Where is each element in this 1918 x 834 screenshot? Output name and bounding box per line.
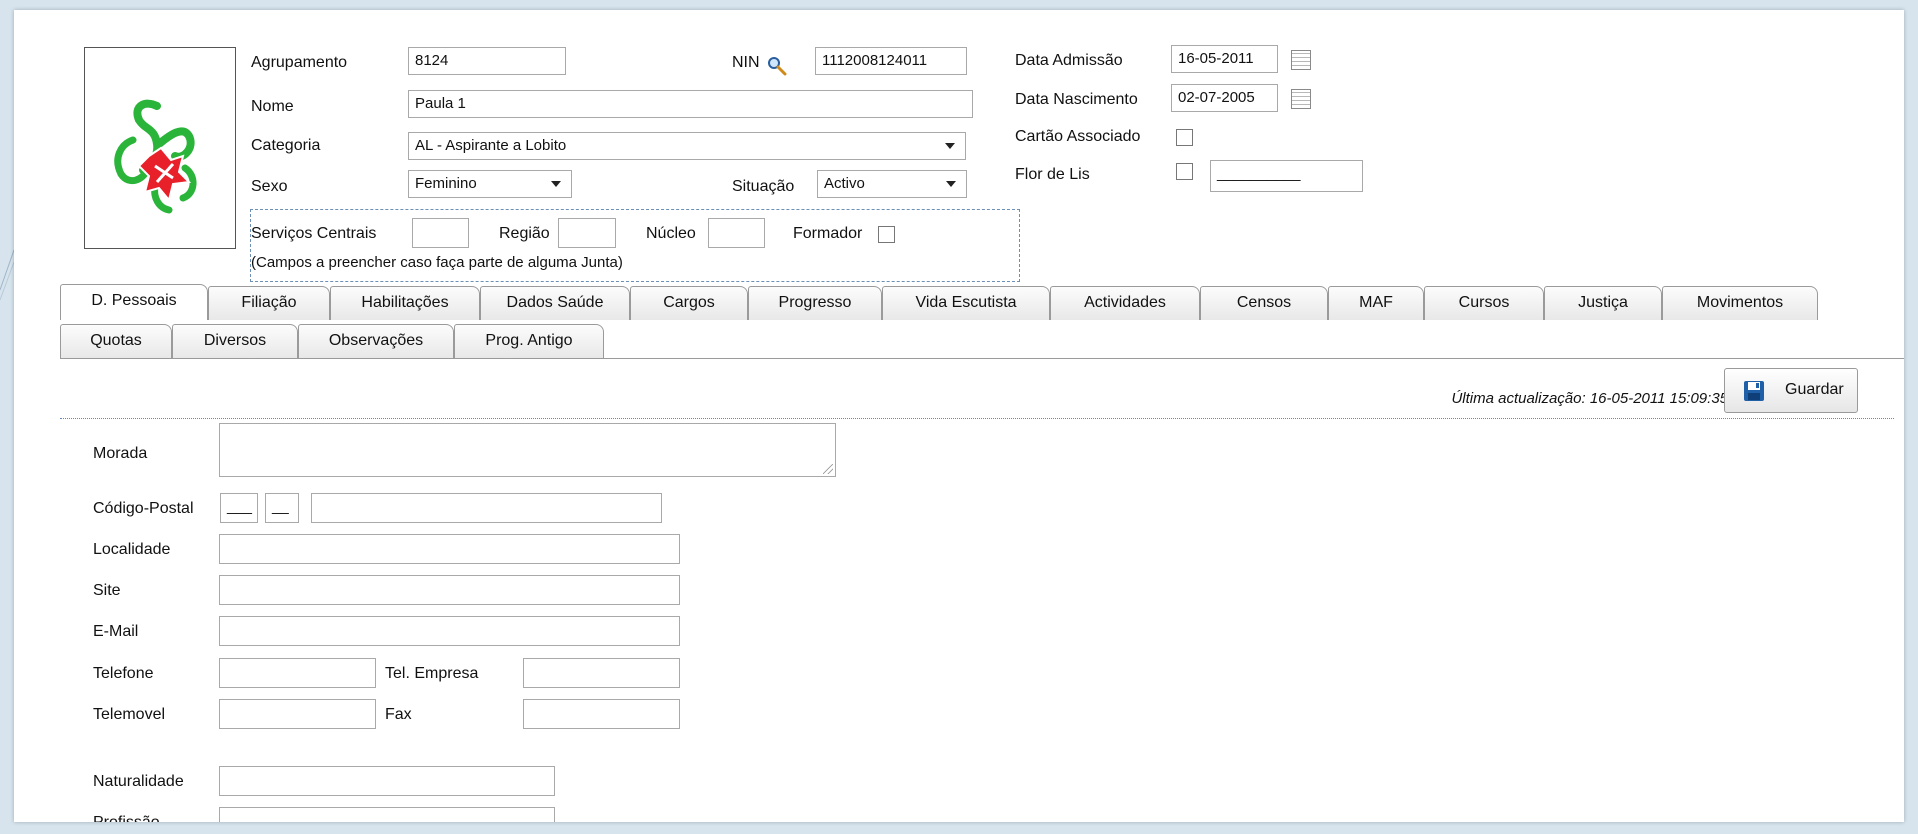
nome-label: Nome — [251, 98, 294, 115]
cartao-associado-checkbox[interactable] — [1176, 129, 1193, 146]
tab-actividades[interactable]: Actividades — [1050, 286, 1200, 320]
servicos-centrais-field[interactable] — [412, 218, 469, 248]
tel-empresa-label: Tel. Empresa — [385, 665, 479, 682]
codigo-postal-part2[interactable]: __ — [265, 493, 299, 523]
calendar-icon[interactable] — [1291, 50, 1311, 70]
section-divider — [60, 418, 1894, 419]
naturalidade-label: Naturalidade — [93, 773, 184, 790]
last-update-text: Última actualização: 16-05-2011 15:09:35 — [1451, 390, 1728, 407]
member-photo[interactable] — [84, 47, 236, 249]
nin-field[interactable]: 1112008124011 — [815, 47, 967, 75]
tab-progresso[interactable]: Progresso — [748, 286, 882, 320]
chevron-down-icon — [945, 143, 955, 149]
profissao-field[interactable] — [219, 807, 555, 822]
data-admissao-label: Data Admissão — [1015, 52, 1123, 69]
guardar-button[interactable]: Guardar — [1724, 368, 1858, 413]
telemovel-label: Telemovel — [93, 706, 166, 723]
nin-label: NIN — [732, 54, 760, 71]
sexo-value: Feminino — [415, 175, 477, 192]
data-admissao-field[interactable]: 16-05-2011 — [1171, 45, 1278, 73]
calendar-icon[interactable] — [1291, 89, 1311, 109]
categoria-label: Categoria — [251, 137, 321, 154]
sexo-select[interactable]: Feminino — [408, 170, 572, 198]
tab-movimentos[interactable]: Movimentos — [1662, 286, 1818, 320]
nome-field[interactable]: Paula 1 — [408, 90, 973, 118]
nucleo-field[interactable] — [708, 218, 765, 248]
codigo-postal-localidade[interactable] — [311, 493, 662, 523]
magnifier-icon[interactable] — [767, 56, 787, 76]
tab-diversos[interactable]: Diversos — [172, 324, 298, 358]
naturalidade-field[interactable] — [219, 766, 555, 796]
sexo-label: Sexo — [251, 178, 288, 195]
tab-observacoes[interactable]: Observações — [298, 324, 454, 358]
formador-checkbox[interactable] — [878, 226, 895, 243]
tab-cursos[interactable]: Cursos — [1424, 286, 1544, 320]
localidade-label: Localidade — [93, 541, 171, 558]
data-nascimento-field[interactable]: 02-07-2005 — [1171, 84, 1278, 112]
site-label: Site — [93, 582, 121, 599]
codigo-postal-label: Código-Postal — [93, 500, 194, 517]
servicos-note: (Campos a preencher caso faça parte de a… — [251, 254, 623, 271]
tab-prog-antigo[interactable]: Prog. Antigo — [454, 324, 604, 358]
tab-quotas[interactable]: Quotas — [60, 324, 172, 358]
tab-cargos[interactable]: Cargos — [630, 286, 748, 320]
categoria-select[interactable]: AL - Aspirante a Lobito — [408, 132, 966, 160]
member-record-window: Agrupamento 8124 NIN 1112008124011 Nome … — [14, 10, 1904, 822]
site-field[interactable] — [219, 575, 680, 605]
situacao-value: Activo — [824, 175, 865, 192]
telefone-field[interactable] — [219, 658, 376, 688]
servicos-centrais-box — [250, 209, 1020, 282]
tab-strip-border — [60, 358, 1904, 359]
tab-justica[interactable]: Justiça — [1544, 286, 1662, 320]
agrupamento-label: Agrupamento — [251, 54, 348, 71]
profissao-label: Profissão — [93, 814, 160, 822]
cartao-associado-label: Cartão Associado — [1015, 128, 1141, 145]
categoria-value: AL - Aspirante a Lobito — [415, 137, 567, 154]
fax-label: Fax — [385, 706, 412, 723]
codigo-postal-part1[interactable]: ___ — [220, 493, 258, 523]
servicos-centrais-label: Serviços Centrais — [251, 225, 377, 242]
flor-de-lis-checkbox[interactable] — [1176, 163, 1193, 180]
localidade-field[interactable] — [219, 534, 680, 564]
telemovel-field[interactable] — [219, 699, 376, 729]
fax-field[interactable] — [523, 699, 680, 729]
email-label: E-Mail — [93, 623, 139, 640]
flor-de-lis-label: Flor de Lis — [1015, 166, 1090, 183]
tab-filiacao[interactable]: Filiação — [208, 286, 330, 320]
morada-textarea[interactable] — [219, 423, 836, 477]
chevron-down-icon — [551, 181, 561, 187]
agrupamento-field[interactable]: 8124 — [408, 47, 566, 75]
regiao-label: Região — [499, 225, 550, 242]
situacao-select[interactable]: Activo — [817, 170, 967, 198]
tab-vida-escutista[interactable]: Vida Escutista — [882, 286, 1050, 320]
formador-label: Formador — [793, 225, 863, 242]
floppy-disk-icon — [1744, 381, 1764, 401]
situacao-label: Situação — [732, 178, 795, 195]
tab-censos[interactable]: Censos — [1200, 286, 1328, 320]
fleur-de-lis-logo — [114, 99, 197, 214]
chevron-down-icon — [946, 181, 956, 187]
tel-empresa-field[interactable] — [523, 658, 680, 688]
tab-maf[interactable]: MAF — [1328, 286, 1424, 320]
nucleo-label: Núcleo — [646, 225, 696, 242]
telefone-label: Telefone — [93, 665, 154, 682]
morada-label: Morada — [93, 445, 148, 462]
flor-de-lis-field[interactable]: __________ — [1210, 160, 1363, 192]
data-nascimento-label: Data Nascimento — [1015, 91, 1138, 108]
tab-dados-saude[interactable]: Dados Saúde — [480, 286, 630, 320]
guardar-label: Guardar — [1785, 381, 1844, 398]
tab-habilitacoes[interactable]: Habilitações — [330, 286, 480, 320]
tab-d-pessoais[interactable]: D. Pessoais — [60, 284, 208, 320]
resize-grip-icon[interactable] — [823, 464, 833, 474]
regiao-field[interactable] — [558, 218, 616, 248]
email-field[interactable] — [219, 616, 680, 646]
